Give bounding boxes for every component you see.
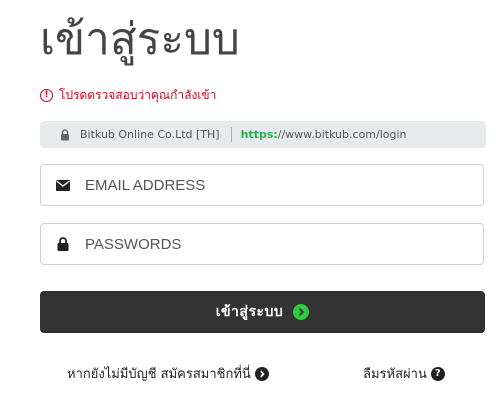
password-field[interactable] (40, 223, 484, 265)
forgot-password-text: ลืมรหัสผ่าน (363, 367, 427, 382)
url-divider (230, 127, 232, 142)
certificate-company: Bitkub Online Co.Ltd [TH] (80, 128, 220, 141)
arrow-circle-right-icon (293, 304, 310, 320)
register-link-text: หากยังไม่มีบัญชี สมัครสมาชิกที่นี่ (67, 367, 251, 382)
question-circle-icon: ? (430, 366, 445, 381)
exclamation-circle-icon: ! (40, 88, 53, 102)
chevron-circle-right-icon (254, 366, 269, 381)
url-verification-bar: Bitkub Online Co.Ltd [TH] https://www.bi… (40, 121, 486, 148)
login-button[interactable]: เข้าสู่ระบบ (40, 291, 485, 333)
login-button-label: เข้าสู่ระบบ (215, 304, 284, 320)
url-path: //www.bitkub.com/login (277, 128, 407, 141)
security-warning-text: โปรดตรวจสอบว่าคุณกำลังเข้า (59, 88, 217, 102)
register-link[interactable]: หากยังไม่มีบัญชี สมัครสมาชิกที่นี่ (67, 363, 269, 384)
page-title: เข้าสู่ระบบ (40, 14, 240, 65)
url-text: https://www.bitkub.com/login (241, 128, 407, 141)
security-warning: ! โปรดตรวจสอบว่าคุณกำลังเข้า (40, 85, 216, 105)
lock-icon (59, 128, 71, 141)
password-input[interactable] (83, 234, 467, 254)
email-input[interactable] (83, 175, 467, 195)
lock-icon (55, 237, 71, 251)
url-scheme: https: (240, 128, 278, 141)
email-field[interactable] (40, 164, 484, 206)
envelope-icon (55, 179, 71, 191)
forgot-password-link[interactable]: ลืมรหัสผ่าน ? (363, 363, 445, 384)
